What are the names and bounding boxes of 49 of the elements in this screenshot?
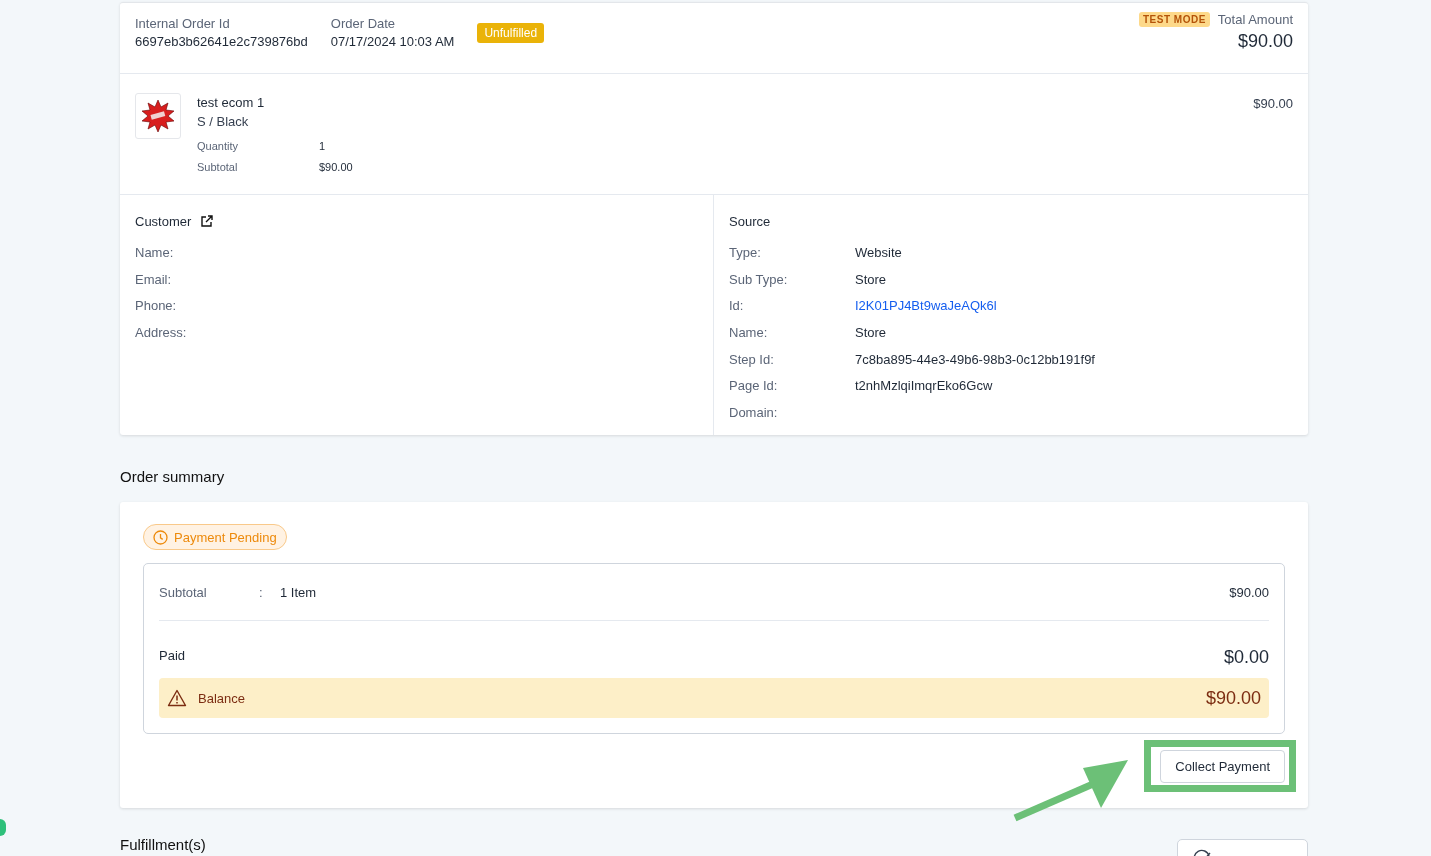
- item-count: 1 Item: [280, 584, 317, 600]
- payment-pending-badge: Payment Pending: [143, 524, 287, 550]
- field-label: Domain:: [729, 404, 779, 420]
- balance-amount: $90.00: [1205, 687, 1261, 709]
- subtotal-value: $90.00: [319, 160, 353, 173]
- external-link-icon[interactable]: [200, 214, 214, 228]
- field-label: Name:: [135, 244, 174, 260]
- total-amount: $90.00: [1237, 31, 1293, 52]
- order-date: 07/17/2024 10:03 AM: [330, 34, 455, 49]
- field-label: Id:: [729, 298, 745, 314]
- clock-icon: [153, 529, 168, 545]
- total-amount-label: Total Amount: [1217, 12, 1293, 27]
- fulfillments-heading: Fulfillment(s): [120, 837, 206, 855]
- product-variant: S / Black: [197, 113, 250, 131]
- subtotal-amount: $90.00: [1229, 584, 1269, 600]
- product-name: test ecom 1: [197, 94, 266, 112]
- source-title: Source: [729, 213, 771, 229]
- test-mode-badge: TEST MODE: [1139, 12, 1210, 27]
- field-value: t2nhMzlqiImqrEko6Gcw: [855, 378, 993, 394]
- separator: :: [259, 584, 264, 600]
- order-id-label: Internal Order Id: [135, 16, 231, 31]
- field-label: Email:: [135, 271, 172, 287]
- balance-label: Balance: [198, 690, 245, 706]
- field-value: Store: [855, 324, 887, 340]
- order-id: 6697eb3b62641e2c739876bd: [135, 34, 308, 49]
- field-label: Phone:: [135, 298, 177, 314]
- field-label: Type:: [729, 244, 762, 260]
- order-summary-heading: Order summary: [120, 468, 226, 487]
- field-label: Step Id:: [729, 351, 775, 367]
- field-label: Name:: [729, 324, 769, 340]
- field-value: Website: [855, 244, 902, 260]
- warning-icon: [167, 689, 187, 707]
- subtotal-label: Subtotal: [197, 160, 239, 173]
- collect-payment-button[interactable]: Collect Payment: [1160, 750, 1285, 783]
- field-label: Address:: [135, 324, 187, 340]
- order-date-label: Order Date: [330, 16, 397, 31]
- quantity-label: Quantity: [197, 139, 239, 152]
- paid-amount: $0.00: [1223, 647, 1269, 668]
- customer-title: Customer: [135, 213, 192, 229]
- source-id-link[interactable]: I2K01PJ4Bt9waJeAQk6l: [855, 298, 997, 314]
- quantity-value: 1: [319, 139, 326, 152]
- status-badge: Unfulfilled: [477, 23, 545, 43]
- field-value: Store: [855, 271, 887, 287]
- field-label: Sub Type:: [729, 271, 789, 287]
- field-value: 7c8ba895-44e3-49b6-98b3-0c12bb191f9f: [855, 351, 1095, 367]
- field-label: Page Id:: [729, 378, 779, 394]
- subtotal-label: Subtotal: [159, 584, 208, 600]
- item-price: $90.00: [1253, 96, 1293, 111]
- paid-label: Paid: [159, 648, 186, 663]
